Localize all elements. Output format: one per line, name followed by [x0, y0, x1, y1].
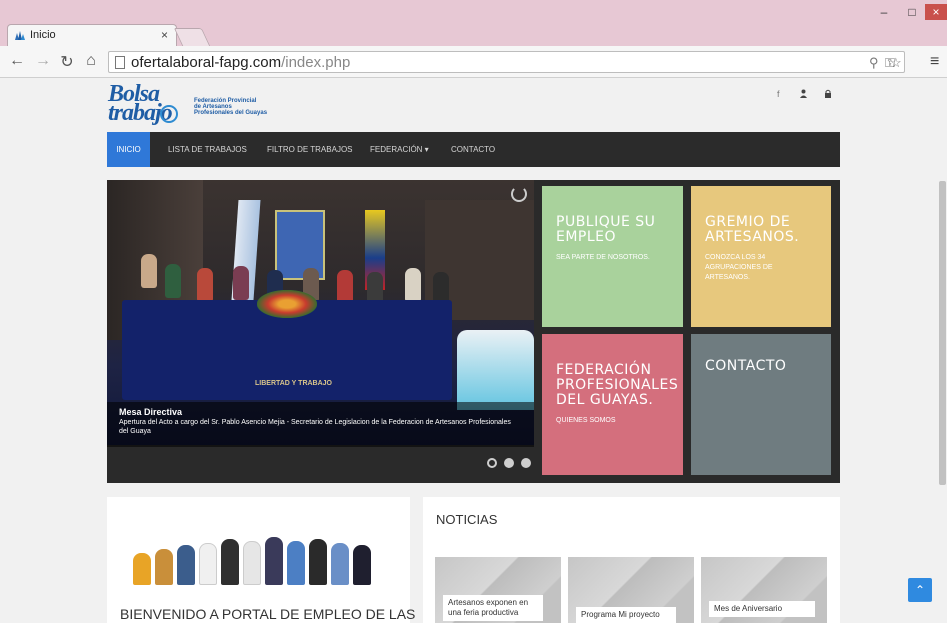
feature-tiles: PUBLIQUE SU EMPLEO SEA PARTE DE NOSOTROS…: [534, 180, 840, 483]
tab-close-icon[interactable]: ×: [161, 28, 168, 42]
tile-title: CONTACTO: [705, 358, 787, 374]
news-card-3[interactable]: Mes de Aniversario: [701, 557, 827, 623]
photo-person: [405, 268, 421, 302]
lock-icon[interactable]: [824, 89, 832, 100]
worker-figure: [133, 553, 151, 585]
site-favicon-icon: [15, 31, 25, 40]
welcome-panel: BIENVENIDO A PORTAL DE EMPLEO DE LAS: [107, 497, 415, 623]
url-path: /index.php: [281, 54, 351, 71]
nav-item-inicio[interactable]: INICIO: [107, 132, 150, 167]
worker-figure: [331, 543, 349, 585]
logo-circle-icon: [160, 105, 178, 123]
tile-publique-su-empleo[interactable]: PUBLIQUE SU EMPLEO SEA PARTE DE NOSOTROS…: [542, 186, 683, 327]
web-page: Bolsa trabajo Federación Provincial de A…: [0, 79, 947, 623]
zoom-icon[interactable]: ⚲: [869, 55, 879, 71]
url-text: ofertalaboral-fapg.com/index.php: [131, 54, 350, 71]
worker-figure: [353, 545, 371, 585]
address-bar[interactable]: ofertalaboral-fapg.com/index.php ⚲ ⚿ ☆: [108, 51, 905, 73]
user-glyph-icon: [800, 89, 807, 98]
nav-item-federacion[interactable]: FEDERACIÓN ▾: [370, 132, 429, 167]
lock-glyph-icon: [825, 89, 831, 98]
workers-illustration: [127, 535, 385, 585]
tile-federacion[interactable]: FEDERACIÓN PROFESIONALES DEL GUAYAS. QUI…: [542, 334, 683, 475]
page-icon: [115, 56, 125, 69]
news-card-label: Programa Mi proyecto: [576, 607, 676, 623]
reload-icon[interactable]: ↻: [58, 52, 76, 72]
tile-subtitle: SEA PARTE DE NOSOTROS.: [556, 254, 650, 261]
logo-subtitle: Federación Provincial de Artesanos Profe…: [194, 98, 267, 116]
worker-figure: [221, 539, 239, 585]
news-card-label: Mes de Aniversario: [709, 601, 815, 617]
site-logo[interactable]: Bolsa trabajo Federación Provincial de A…: [108, 82, 278, 129]
worker-figure: [287, 541, 305, 585]
tile-title: GREMIO DE ARTESANOS.: [705, 214, 800, 245]
image-slider[interactable]: LIBERTAD Y TRABAJO Mesa Directiva Apertu…: [107, 180, 534, 483]
welcome-title: BIENVENIDO A PORTAL DE EMPLEO DE LAS: [120, 606, 416, 622]
tile-title: FEDERACIÓN PROFESIONALES DEL GUAYAS.: [556, 362, 679, 408]
news-card-label: Artesanos exponen en una feria productiv…: [443, 595, 543, 621]
window-close-button[interactable]: ×: [925, 4, 947, 20]
user-icon[interactable]: [799, 89, 808, 100]
back-to-top-button[interactable]: ⌃: [908, 578, 932, 602]
photo-flowers: [257, 290, 317, 318]
tile-subtitle: QUIENES SOMOS: [556, 417, 616, 424]
facebook-icon[interactable]: f: [777, 89, 780, 99]
photo-person: [337, 270, 353, 304]
slider-dot-1[interactable]: [487, 458, 497, 468]
nav-item-filtro-de-trabajos[interactable]: FILTRO DE TRABAJOS: [267, 132, 353, 167]
news-panel: NOTICIAS Artesanos exponen en una feria …: [423, 497, 840, 623]
slide-caption-text: Apertura del Acto a cargo del Sr. Pablo …: [119, 419, 511, 435]
photo-person: [141, 254, 157, 288]
slider-pagination: [487, 458, 534, 470]
slider-loading-icon: [511, 186, 527, 202]
back-arrow-icon[interactable]: ←: [8, 52, 26, 70]
worker-figure: [265, 537, 283, 585]
logo-subtitle-3: Profesionales del Guayas: [194, 110, 268, 116]
tile-title: PUBLIQUE SU EMPLEO: [556, 214, 656, 245]
forward-arrow-icon[interactable]: →: [34, 52, 52, 70]
photo-person: [197, 268, 213, 302]
photo-person: [165, 264, 181, 298]
browser-toolbar: ← → ↻ ⌂ ofertalaboral-fapg.com/index.php…: [0, 46, 947, 78]
worker-figure: [243, 541, 261, 585]
star-icon[interactable]: ☆: [890, 55, 902, 71]
main-navbar: INICIO LISTA DE TRABAJOS FILTRO DE TRABA…: [107, 132, 840, 167]
worker-figure: [155, 549, 173, 585]
photo-person: [233, 266, 249, 300]
tile-gremio-de-artesanos[interactable]: GREMIO DE ARTESANOS. CONOZCA LOS 34 AGRU…: [691, 186, 831, 327]
browser-titlebar: Inicio × – □ ×: [0, 0, 947, 46]
browser-menu-icon[interactable]: ≡: [930, 53, 939, 71]
window-minimize-button[interactable]: –: [872, 4, 896, 20]
scrollbar-thumb[interactable]: [939, 181, 946, 485]
worker-figure: [177, 545, 195, 585]
slider-dot-3[interactable]: [521, 458, 531, 468]
news-card-1[interactable]: Artesanos exponen en una feria productiv…: [435, 557, 561, 623]
new-tab-button[interactable]: [173, 28, 211, 46]
photo-banner-text: LIBERTAD Y TRABAJO: [255, 380, 333, 387]
nav-item-contacto[interactable]: CONTACTO: [451, 132, 495, 167]
news-title: NOTICIAS: [436, 512, 498, 527]
window-maximize-button[interactable]: □: [900, 4, 924, 20]
slider-dot-2[interactable]: [504, 458, 514, 468]
tile-contacto[interactable]: CONTACTO: [691, 334, 831, 475]
page-scrollbar[interactable]: [938, 79, 947, 623]
home-icon[interactable]: ⌂: [82, 52, 100, 70]
worker-figure: [199, 543, 217, 585]
news-card-2[interactable]: Programa Mi proyecto: [568, 557, 694, 623]
url-domain: ofertalaboral-fapg.com: [131, 54, 282, 71]
photo-chair: [457, 330, 534, 410]
tile-subtitle: CONOZCA LOS 34 AGRUPACIONES DE ARTESANOS…: [705, 254, 773, 281]
worker-figure: [309, 539, 327, 585]
slide-caption: Mesa Directiva Apertura del Acto a cargo…: [107, 402, 534, 447]
tab-title: Inicio: [30, 29, 56, 41]
browser-tab[interactable]: Inicio ×: [7, 24, 177, 46]
nav-item-lista-de-trabajos[interactable]: LISTA DE TRABAJOS: [168, 132, 247, 167]
slide-caption-title: Mesa Directiva: [119, 407, 183, 417]
